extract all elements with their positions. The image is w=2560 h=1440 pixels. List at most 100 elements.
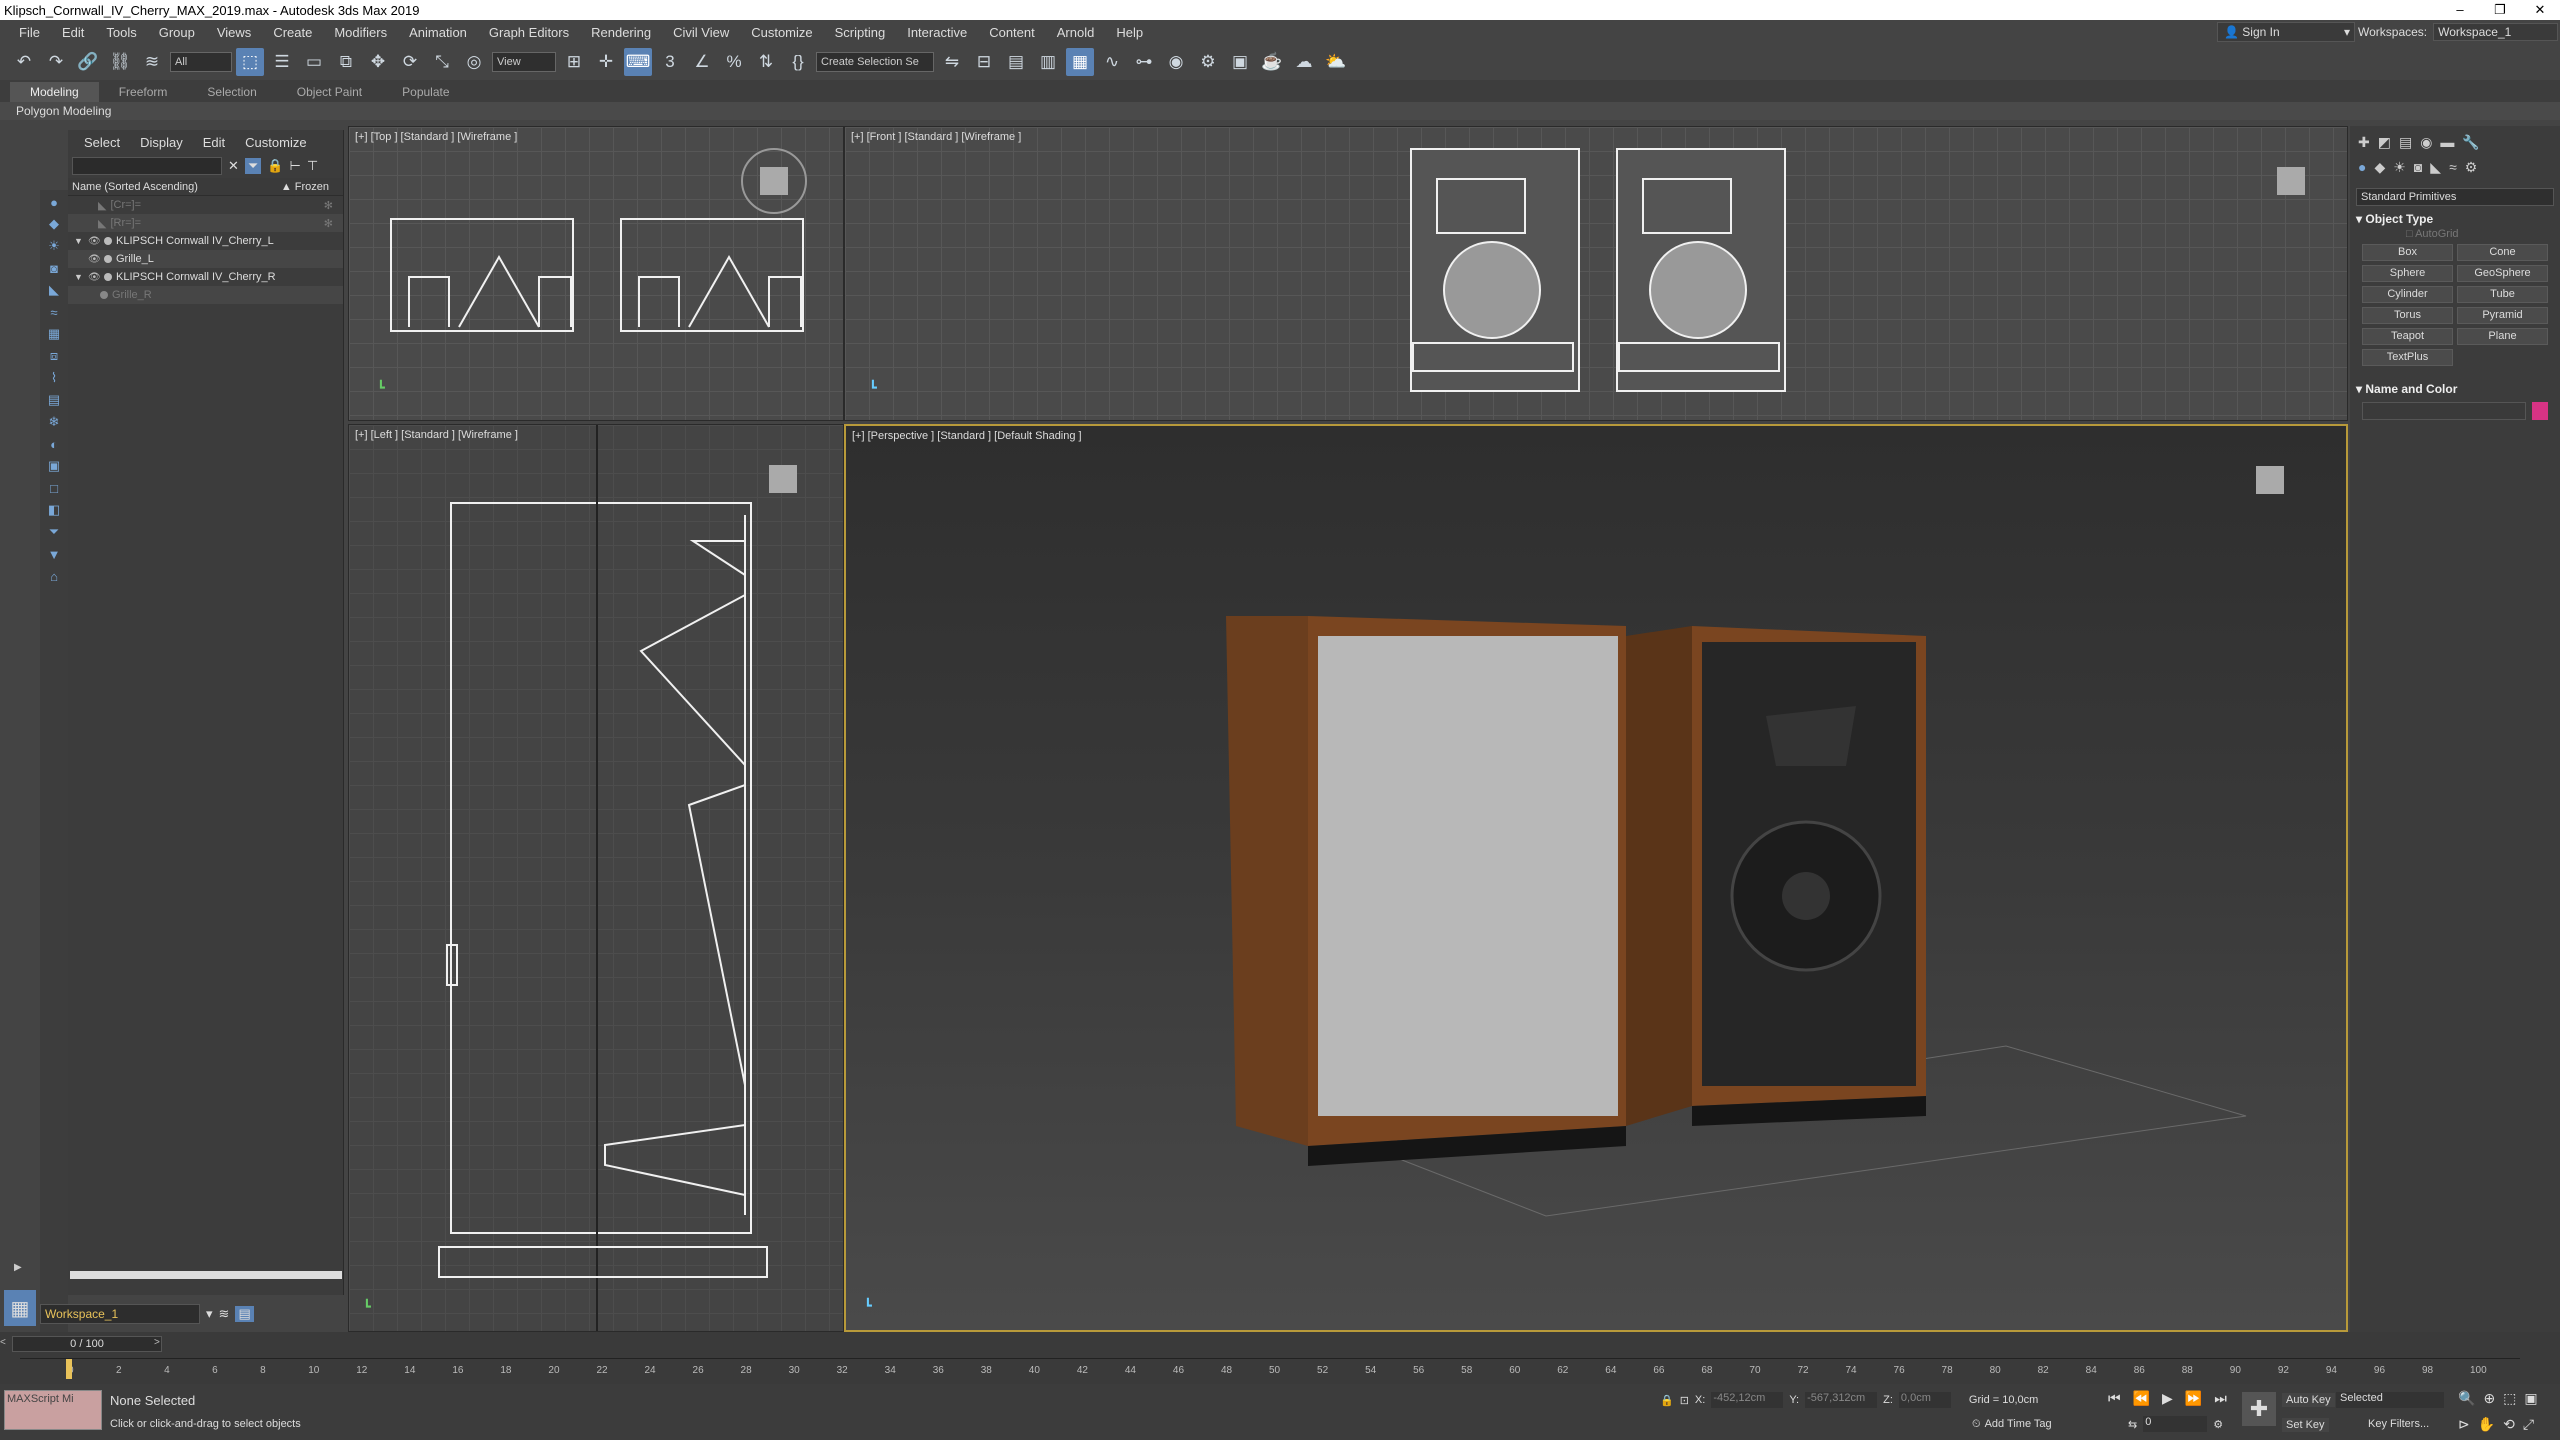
render-setup-icon[interactable]: ⚙	[1194, 48, 1222, 76]
tube-button[interactable]: Tube	[2457, 286, 2548, 303]
sort-by-hierarchy-icon[interactable]: ▤	[235, 1306, 254, 1322]
autogrid-checkbox[interactable]: □ AutoGrid	[2350, 226, 2560, 240]
zoom-extents-all-icon[interactable]: ▣	[2524, 1390, 2537, 1407]
primitive-category-dropdown[interactable]: Standard Primitives	[2356, 188, 2554, 206]
modify-icon[interactable]: ◩	[2378, 134, 2391, 151]
layers-icon[interactable]: ≋	[219, 1306, 230, 1322]
zoom-all-icon[interactable]: ⊕	[2483, 1390, 2495, 1407]
time-config-icon[interactable]: ⚙	[2213, 1418, 2223, 1431]
menu-item[interactable]: Arnold	[1046, 25, 1106, 40]
menu-item[interactable]: Tools	[95, 25, 147, 40]
select-by-name-icon[interactable]: ☰	[268, 48, 296, 76]
menu-item[interactable]: Content	[978, 25, 1046, 40]
snaps-toggle-icon[interactable]: 3	[656, 48, 684, 76]
display-helpers-icon[interactable]: ◣	[44, 280, 64, 300]
display-cameras-icon[interactable]: ◙	[44, 258, 64, 278]
minimize-icon[interactable]: –	[2440, 0, 2480, 20]
utilities-icon[interactable]: 🔧	[2462, 134, 2479, 151]
display-bones-icon[interactable]: ⌇	[44, 368, 64, 388]
track-bar[interactable]: 0246810121416182022242628303234363840424…	[20, 1358, 2520, 1382]
lights-icon[interactable]: ☀	[2393, 159, 2406, 176]
scene-explorer-menu-item[interactable]: Edit	[193, 135, 235, 150]
menu-item[interactable]: Help	[1105, 25, 1154, 40]
maximize-icon[interactable]: ❐	[2480, 0, 2520, 20]
slider-next-icon[interactable]: >	[154, 1337, 160, 1348]
scene-explorer-menu-item[interactable]: Display	[130, 135, 193, 150]
display-groups-icon[interactable]: ▦	[44, 324, 64, 344]
orbit-icon[interactable]: ⟲	[2503, 1416, 2515, 1433]
display-invert-icon[interactable]: ◧	[44, 500, 64, 520]
toggle-scene-explorer-icon[interactable]: ▤	[1002, 48, 1030, 76]
place-icon[interactable]: ◎	[460, 48, 488, 76]
object-type-rollout[interactable]: ▾ Object Type	[2356, 212, 2554, 226]
pivot-center-icon[interactable]: ⊞	[560, 48, 588, 76]
pan-icon[interactable]: ✋	[2478, 1416, 2495, 1433]
absolute-mode-icon[interactable]: ⊡	[1680, 1394, 1689, 1407]
menu-item[interactable]: Modifiers	[323, 25, 398, 40]
move-icon[interactable]: ✥	[364, 48, 392, 76]
filter-icon[interactable]: ⏷	[44, 522, 64, 542]
menu-item[interactable]: Group	[148, 25, 206, 40]
reference-coordinate-dropdown[interactable]: View	[492, 52, 556, 72]
display-xrefs-icon[interactable]: ⧈	[44, 346, 64, 366]
freeze-icon[interactable]: ✻	[324, 217, 343, 230]
viewport-label[interactable]: [+] [Perspective ] [Standard ] [Default …	[852, 430, 1082, 442]
box-button[interactable]: Box	[2362, 244, 2453, 261]
y-coordinate-field[interactable]: -567,312cm	[1805, 1392, 1878, 1408]
menu-item[interactable]: Animation	[398, 25, 478, 40]
cylinder-button[interactable]: Cylinder	[2362, 286, 2453, 303]
mirror-icon[interactable]: ⇋	[938, 48, 966, 76]
clear-search-icon[interactable]: ✕	[228, 158, 239, 174]
viewport-perspective[interactable]: [+] [Perspective ] [Standard ] [Default …	[844, 424, 2348, 1332]
scene-workspace-dropdown[interactable]: Workspace_1	[40, 1304, 200, 1324]
auto-key-button[interactable]: Auto Key	[2282, 1393, 2335, 1407]
geosphere-button[interactable]: GeoSphere	[2457, 265, 2548, 282]
menu-item[interactable]: Create	[262, 25, 323, 40]
plane-button[interactable]: Plane	[2457, 328, 2548, 345]
percent-snap-icon[interactable]: %	[720, 48, 748, 76]
hierarchy-icon[interactable]: ▤	[2399, 134, 2412, 151]
systems-icon[interactable]: ⚙	[2465, 159, 2478, 176]
ribbon-tab[interactable]: Selection	[187, 82, 276, 102]
ribbon-panel[interactable]: Polygon Modeling	[0, 102, 2560, 120]
render-iterative-icon[interactable]: ☁	[1290, 48, 1318, 76]
textplus-button[interactable]: TextPlus	[2362, 349, 2453, 366]
horizontal-scrollbar[interactable]	[70, 1271, 342, 1279]
next-frame-icon[interactable]: ⏩	[2185, 1390, 2202, 1407]
slider-prev-icon[interactable]: <	[0, 1337, 6, 1348]
lock-cell-editing-icon[interactable]: 🔒	[267, 158, 283, 174]
filter-toggle-icon[interactable]: ⏷	[244, 158, 262, 174]
shapes-icon[interactable]: ◆	[2374, 159, 2385, 176]
previous-frame-icon[interactable]: ⏪	[2133, 1390, 2150, 1407]
selection-filter-dropdown[interactable]: All	[170, 52, 232, 72]
close-icon[interactable]: ✕	[2520, 0, 2560, 20]
select-object-icon[interactable]: ⬚	[236, 48, 264, 76]
go-to-end-icon[interactable]: ⏭	[2214, 1390, 2227, 1407]
helpers-icon[interactable]: ◣	[2430, 159, 2441, 176]
angle-snap-icon[interactable]: ∠	[688, 48, 716, 76]
current-frame-field[interactable]: 0	[2143, 1416, 2208, 1432]
time-slider-handle[interactable]	[66, 1359, 72, 1379]
field-of-view-icon[interactable]: ⊳	[2458, 1416, 2470, 1433]
schematic-view-icon[interactable]: ⊶	[1130, 48, 1158, 76]
toggle-ribbon-icon[interactable]: ▦	[1066, 48, 1094, 76]
align-icon[interactable]: ⊟	[970, 48, 998, 76]
menu-item[interactable]: Edit	[51, 25, 95, 40]
select-dependents-icon[interactable]: ⊤	[307, 158, 318, 174]
render-production-icon[interactable]: ☕	[1258, 48, 1286, 76]
go-to-start-icon[interactable]: ⏮	[2108, 1390, 2121, 1407]
play-icon[interactable]: ▶	[2162, 1390, 2173, 1407]
motion-icon[interactable]: ◉	[2420, 134, 2432, 151]
cone-button[interactable]: Cone	[2457, 244, 2548, 261]
zoom-icon[interactable]: 🔍	[2458, 1390, 2475, 1407]
maxscript-listener[interactable]: MAXScript Mi	[4, 1390, 102, 1430]
viewport-label[interactable]: [+] [Front ] [Standard ] [Wireframe ]	[851, 131, 1021, 143]
set-key-button[interactable]: Set Key	[2282, 1418, 2329, 1432]
display-containers-icon[interactable]: ▤	[44, 390, 64, 410]
sphere-button[interactable]: Sphere	[2362, 265, 2453, 282]
freeze-icon[interactable]: ✻	[324, 199, 343, 212]
display-lights-icon[interactable]: ☀	[44, 236, 64, 256]
keyboard-shortcut-override-icon[interactable]: ⌨	[624, 48, 652, 76]
menu-item[interactable]: Rendering	[580, 25, 662, 40]
display-all-icon[interactable]: ▣	[44, 456, 64, 476]
